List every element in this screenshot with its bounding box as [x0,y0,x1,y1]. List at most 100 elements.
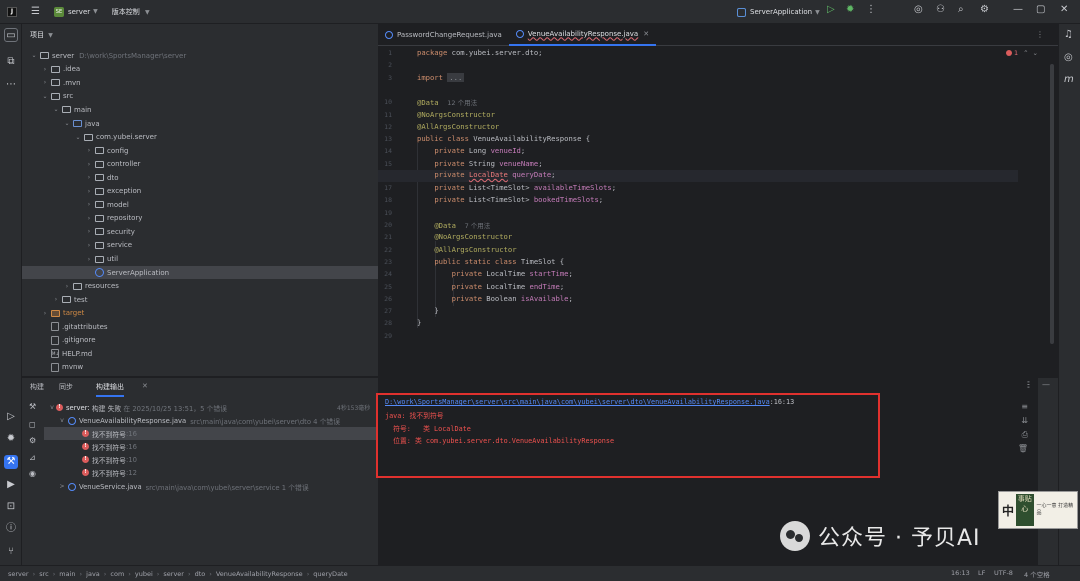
more-options-icon[interactable]: ⋮ [1025,380,1033,389]
breadcrumb-item[interactable]: queryDate [313,570,347,578]
chevron-right-icon[interactable]: › [85,242,93,249]
chevron-down-icon[interactable]: ⌄ [52,106,60,113]
git-tool-icon[interactable]: ⑂ [4,545,18,559]
project-panel-title[interactable]: 项目 ▼ [30,30,53,40]
chevron-right-icon[interactable]: › [85,201,93,208]
tree-item[interactable]: › exception [22,185,378,199]
chevron-down-icon[interactable]: ⌄ [41,93,49,100]
tree-item[interactable]: › model [22,198,378,212]
chevron-right-icon[interactable]: › [85,161,93,168]
project-switcher[interactable]: SE server ▼ [53,6,98,17]
tree-item[interactable]: › dto [22,171,378,185]
chevron-right-icon[interactable]: › [41,79,49,86]
more-tools-icon[interactable]: ⋯ [4,78,18,92]
folded-imports[interactable]: ... [447,73,465,82]
chevron-right-icon[interactable]: › [41,310,49,317]
stop-icon[interactable]: ◻ [29,420,36,429]
breadcrumb-item[interactable]: yubei [135,570,153,578]
close-tab-icon[interactable]: ✕ [142,382,148,390]
chevron-down-icon[interactable]: ⌄ [1033,49,1038,57]
chevron-right-icon[interactable]: › [85,174,93,181]
run-icon[interactable]: ▷ [827,4,835,15]
code-editor[interactable]: 1231011121314151617181920212223242526272… [378,46,1058,376]
run-tool-icon[interactable]: ▷ [4,410,18,424]
chevron-right-icon[interactable]: › [85,188,93,195]
chevron-down-icon[interactable]: ⌄ [30,52,38,59]
tab-sync[interactable]: 同步 [59,382,73,392]
print-icon[interactable]: ⎙ [1022,430,1028,440]
tree-item[interactable]: .gitignore [22,334,378,348]
clear-icon[interactable]: 🗑 [1018,444,1028,453]
build-error-row[interactable]: ! 找不到符号 :12 [82,466,137,479]
tree-item[interactable]: › .mvn [22,76,378,90]
debug-icon[interactable]: ✹ [846,4,854,15]
tree-item[interactable]: ServerApplication [22,265,378,280]
breadcrumb-item[interactable]: src [39,570,49,578]
tab-venue-availability-response[interactable]: VenueAvailabilityResponse.java ✕ [508,24,657,46]
tree-item[interactable]: › resources [22,279,378,293]
chevron-right-icon[interactable]: › [85,256,93,263]
hide-panel-icon[interactable]: — [1042,380,1050,389]
build-error-row[interactable]: ! 找不到符号 :16 [82,440,137,453]
run-config-selector[interactable]: ServerApplication ▼ [737,5,820,19]
hammer-icon[interactable]: ⚒ [29,402,36,411]
tree-item[interactable]: › controller [22,157,378,171]
breadcrumb-item[interactable]: server [8,570,29,578]
tree-item[interactable]: mvnw [22,361,378,375]
breadcrumb-item[interactable]: com [110,570,124,578]
breadcrumb-item[interactable]: server [163,570,184,578]
chevron-down-icon[interactable]: ⌄ [63,120,71,127]
project-tool-icon[interactable]: ▭ [4,28,18,42]
usages-hint[interactable]: 7 个用法 [465,222,491,230]
tree-item[interactable]: › test [22,293,378,307]
services-tool-icon[interactable]: ▶ [4,478,18,492]
breadcrumb-item[interactable]: main [59,570,75,578]
vcs-menu[interactable]: 版本控制 ▼ [112,7,150,17]
close-icon[interactable]: ✕ [1060,4,1068,15]
chevron-right-icon[interactable]: › [52,296,60,303]
tree-item[interactable]: › .idea [22,63,378,77]
close-tab-icon[interactable]: ✕ [643,30,649,38]
ai-assistant-icon[interactable]: ◎ [914,4,923,15]
error-count-badge[interactable]: 1 ⌃ ⌄ [1005,49,1038,57]
pin-icon[interactable]: ⊿ [29,453,36,462]
tree-item[interactable]: ⌄ server D:\work\SportsManager\server [22,49,378,63]
notifications-icon[interactable]: ♫ [1064,29,1073,40]
tree-item[interactable]: .gitattributes [22,320,378,334]
line-separator[interactable]: LF [978,569,985,577]
breadcrumb-item[interactable]: dto [195,570,206,578]
tree-item[interactable]: ⌄ java [22,117,378,131]
problems-tool-icon[interactable]: ⓘ [4,522,18,536]
build-tool-icon[interactable]: ⚒ [4,455,18,469]
chevron-right-icon[interactable]: › [41,66,49,73]
tab-password-change-request[interactable]: PasswordChangeRequest.java [378,24,509,46]
indent-setting[interactable]: 4 个空格 [1024,569,1050,579]
chevron-right-icon[interactable]: › [85,147,93,154]
gear-icon[interactable]: ⚙ [980,4,989,15]
chevron-right-icon[interactable]: › [85,215,93,222]
breadcrumb-item[interactable]: VenueAvailabilityResponse [216,570,303,578]
tree-item[interactable]: › service [22,239,378,253]
filter-icon[interactable]: ⚙ [29,436,36,445]
tree-item[interactable]: › repository [22,212,378,226]
chevron-right-icon[interactable]: › [63,283,71,290]
editor-scrollbar[interactable] [1050,64,1054,344]
tree-item[interactable]: ⌄ main [22,103,378,117]
build-error-row[interactable]: ! 找不到符号 :10 [82,453,137,466]
terminal-tool-icon[interactable]: ⊡ [4,500,18,514]
build-file-row[interactable]: > VenueService.java src\main\java\com\yu… [58,480,309,493]
maximize-icon[interactable]: ▢ [1036,4,1045,15]
caret-position[interactable]: 16:13 [951,569,970,577]
chevron-up-icon[interactable]: ⌃ [1023,49,1028,57]
soft-wrap-icon[interactable]: ≡ [1021,402,1028,411]
ai-chat-icon[interactable]: ◎ [1064,52,1073,63]
tree-item[interactable]: › target [22,306,378,320]
chevron-right-icon[interactable]: › [85,228,93,235]
build-file-row[interactable]: v VenueAvailabilityResponse.java src\mai… [58,414,340,427]
tab-build-output[interactable]: 构建输出 [96,382,124,397]
tree-item[interactable]: › util [22,252,378,266]
add-user-icon[interactable]: ⚇ [936,4,945,15]
debug-tool-icon[interactable]: ✹ [4,432,18,446]
search-icon[interactable]: ⌕ [958,4,964,15]
tab-build[interactable]: 构建 [30,382,44,392]
